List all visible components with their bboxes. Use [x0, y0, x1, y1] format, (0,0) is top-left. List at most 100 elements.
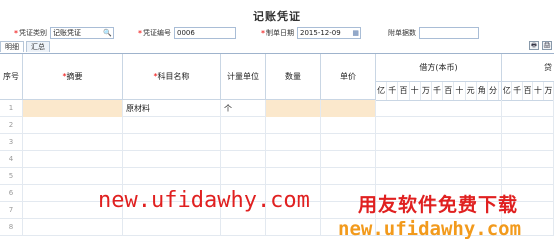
column-header-debit: 借方(本币)	[376, 54, 502, 82]
summary-cell[interactable]	[23, 219, 123, 236]
credit-cell[interactable]	[502, 100, 554, 117]
row-seq: 4	[0, 151, 23, 168]
digit-header: 千	[387, 82, 399, 100]
date-label: 制单日期	[266, 29, 294, 37]
voucher-no-field: * 凭证编号 0006	[138, 26, 236, 40]
row-seq: 3	[0, 134, 23, 151]
digit-header: 千	[432, 82, 444, 100]
tab-summary[interactable]: 汇总	[26, 41, 50, 52]
column-header-account: * 科目名称	[123, 54, 221, 100]
price-cell[interactable]	[321, 134, 376, 151]
account-cell[interactable]	[123, 168, 221, 185]
tab-detail[interactable]: 明细	[0, 41, 24, 52]
account-cell[interactable]	[123, 219, 221, 236]
digit-header: 角	[477, 82, 488, 100]
price-cell[interactable]	[321, 117, 376, 134]
calendar-icon[interactable]: ▦	[352, 29, 359, 37]
digit-header: 万	[421, 82, 432, 100]
price-cell[interactable]	[321, 100, 376, 117]
credit-cell[interactable]	[502, 151, 554, 168]
watermark-url-secondary: new.ufidawhy.com	[338, 218, 522, 240]
qty-cell[interactable]	[266, 100, 321, 117]
digit-header: 亿	[376, 82, 388, 100]
credit-cell[interactable]	[502, 117, 554, 134]
attachments-label: 附单据数	[388, 29, 416, 37]
search-icon[interactable]: 🔍	[103, 29, 112, 37]
column-header-credit: 贷	[502, 54, 554, 82]
digit-header: 十	[454, 82, 466, 100]
qty-cell[interactable]	[266, 219, 321, 236]
unit-cell[interactable]	[221, 117, 266, 134]
tab-bar: 明细 汇总	[0, 41, 52, 53]
attachments-input[interactable]	[419, 27, 479, 39]
date-input[interactable]: 2015-12-09 ▦	[297, 27, 361, 39]
digit-header: 十	[410, 82, 421, 100]
summary-cell[interactable]	[23, 168, 123, 185]
unit-cell[interactable]	[221, 219, 266, 236]
unit-cell[interactable]	[221, 151, 266, 168]
voucher-type-label: 凭证类别	[19, 29, 47, 37]
unit-cell[interactable]	[221, 168, 266, 185]
required-marker: *	[14, 28, 18, 38]
price-cell[interactable]	[321, 168, 376, 185]
voucher-type-field: * 凭证类别 记账凭证 🔍	[14, 26, 114, 40]
digit-header: 十	[533, 82, 544, 100]
digit-header: 百	[443, 82, 455, 100]
row-seq: 6	[0, 185, 23, 202]
row-seq: 8	[0, 219, 23, 236]
table-row: 5	[0, 168, 554, 185]
account-cell[interactable]	[123, 134, 221, 151]
unit-cell[interactable]	[221, 134, 266, 151]
summary-cell[interactable]	[23, 151, 123, 168]
debit-cell[interactable]	[376, 134, 502, 151]
account-cell[interactable]: 原材料	[123, 100, 221, 117]
debit-cell[interactable]	[376, 117, 502, 134]
column-header-seq: 序号	[0, 54, 23, 100]
credit-cell[interactable]	[502, 168, 554, 185]
watermark-slogan: 用友软件免费下载	[358, 194, 519, 216]
row-seq: 7	[0, 202, 23, 219]
qty-cell[interactable]	[266, 168, 321, 185]
debit-cell[interactable]	[376, 100, 502, 117]
voucher-type-value: 记账凭证	[53, 29, 81, 37]
row-seq: 2	[0, 117, 23, 134]
digit-header: 百	[398, 82, 410, 100]
digit-header: 万	[544, 82, 554, 100]
watermark-url: new.ufidawhy.com	[98, 188, 310, 213]
voucher-title: 记账凭证	[253, 10, 301, 23]
debit-cell[interactable]	[376, 168, 502, 185]
digit-header: 元	[466, 82, 477, 100]
qty-cell[interactable]	[266, 117, 321, 134]
debit-digit-headers: 亿千百十万千百十元角分	[376, 82, 502, 101]
table-row: 4	[0, 151, 554, 168]
attachments-field: 附单据数	[388, 26, 479, 40]
digit-header: 百	[523, 82, 534, 100]
voucher-no-label: 凭证编号	[143, 29, 171, 37]
required-marker: *	[261, 28, 265, 38]
column-header-qty: 数量	[266, 54, 321, 100]
voucher-type-input[interactable]: 记账凭证 🔍	[50, 27, 114, 39]
account-cell[interactable]	[123, 151, 221, 168]
credit-cell[interactable]	[502, 134, 554, 151]
digit-header: 亿	[502, 82, 513, 100]
print-icon[interactable]: 🖶	[529, 41, 539, 50]
credit-digit-headers: 亿千百十万	[502, 82, 554, 101]
unit-cell[interactable]: 个	[221, 100, 266, 117]
qty-cell[interactable]	[266, 134, 321, 151]
summary-cell[interactable]	[23, 100, 123, 117]
table-row: 3	[0, 134, 554, 151]
price-cell[interactable]	[321, 151, 376, 168]
required-marker: *	[138, 28, 142, 38]
debit-cell[interactable]	[376, 151, 502, 168]
voucher-no-value: 0006	[177, 29, 195, 37]
export-icon[interactable]: 🖨	[542, 41, 552, 50]
account-cell[interactable]	[123, 117, 221, 134]
row-seq: 1	[0, 100, 23, 117]
row-seq: 5	[0, 168, 23, 185]
digit-header: 分	[488, 82, 500, 100]
qty-cell[interactable]	[266, 151, 321, 168]
table-row: 1 原材料个	[0, 100, 554, 117]
summary-cell[interactable]	[23, 117, 123, 134]
summary-cell[interactable]	[23, 134, 123, 151]
voucher-no-input[interactable]: 0006	[174, 27, 236, 39]
